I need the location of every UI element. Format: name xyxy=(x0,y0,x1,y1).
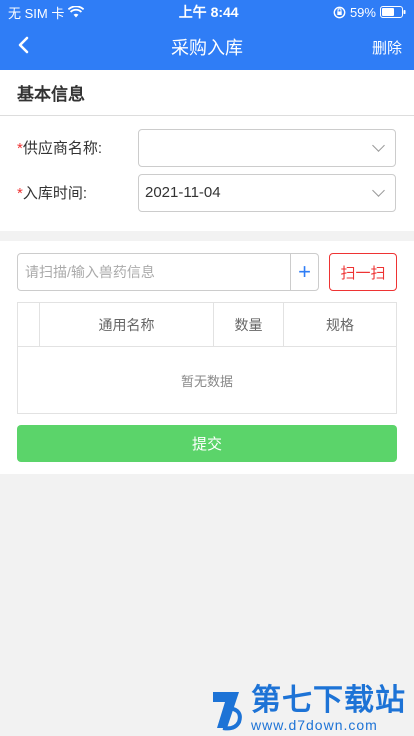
status-bar: 无 SIM 卡 上午 8:44 59% xyxy=(0,0,414,24)
scan-row: 请扫描/输入兽药信息 + 扫一扫 xyxy=(0,252,414,292)
chevron-down-icon xyxy=(372,183,385,197)
rotation-lock-icon xyxy=(333,6,346,18)
watermark-brand: 第七下载站 xyxy=(251,684,406,717)
items-table: 通用名称 数量 规格 暂无数据 xyxy=(17,302,397,414)
search-placeholder: 请扫描/输入兽药信息 xyxy=(25,264,155,280)
chevron-down-icon xyxy=(372,138,385,152)
column-header-select xyxy=(18,303,40,346)
supplier-label: 供应商名称: xyxy=(22,140,103,157)
items-card: 请扫描/输入兽药信息 + 扫一扫 通用名称 数量 规格 暂无数据 提交 xyxy=(0,241,414,474)
basic-info-card: 基本信息 *供应商名称: *入库时间: 2021-11-04 xyxy=(0,70,414,231)
date-row: *入库时间: 2021-11-04 xyxy=(0,170,414,215)
delete-button[interactable]: 删除 xyxy=(372,37,402,58)
back-icon[interactable] xyxy=(16,36,40,58)
section-heading: 基本信息 xyxy=(0,70,414,116)
app-header: 无 SIM 卡 上午 8:44 59% 采购入库 删除 xyxy=(0,0,414,70)
column-header-spec: 规格 xyxy=(326,316,354,333)
clock: 上午 8:44 xyxy=(178,4,239,20)
supplier-select[interactable] xyxy=(138,128,396,167)
column-header-name: 通用名称 xyxy=(40,303,214,346)
empty-state: 暂无数据 xyxy=(180,373,233,389)
date-select[interactable]: 2021-11-04 xyxy=(138,173,396,212)
submit-button[interactable]: 提交 xyxy=(17,425,397,462)
wifi-icon xyxy=(68,6,85,18)
drug-search-input[interactable]: 请扫描/输入兽药信息 + xyxy=(17,253,319,291)
table-header: 通用名称 数量 规格 xyxy=(18,303,396,347)
date-value: 2021-11-04 xyxy=(145,184,221,201)
battery-percent: 59% xyxy=(349,4,376,20)
add-icon[interactable]: + xyxy=(290,254,318,290)
carrier-text: 无 SIM 卡 xyxy=(8,5,65,21)
battery-icon xyxy=(379,6,406,18)
date-label: 入库时间: xyxy=(22,185,88,202)
column-header-quantity: 数量 xyxy=(214,303,284,346)
supplier-row: *供应商名称: xyxy=(0,125,414,170)
scan-button[interactable]: 扫一扫 xyxy=(329,253,397,291)
watermark-logo xyxy=(213,692,242,731)
watermark-url: www.d7down.com xyxy=(251,717,378,733)
nav-bar: 采购入库 删除 xyxy=(0,24,414,70)
watermark: 第七下载站 www.d7down.com xyxy=(209,686,406,732)
page-title: 采购入库 xyxy=(171,38,243,58)
